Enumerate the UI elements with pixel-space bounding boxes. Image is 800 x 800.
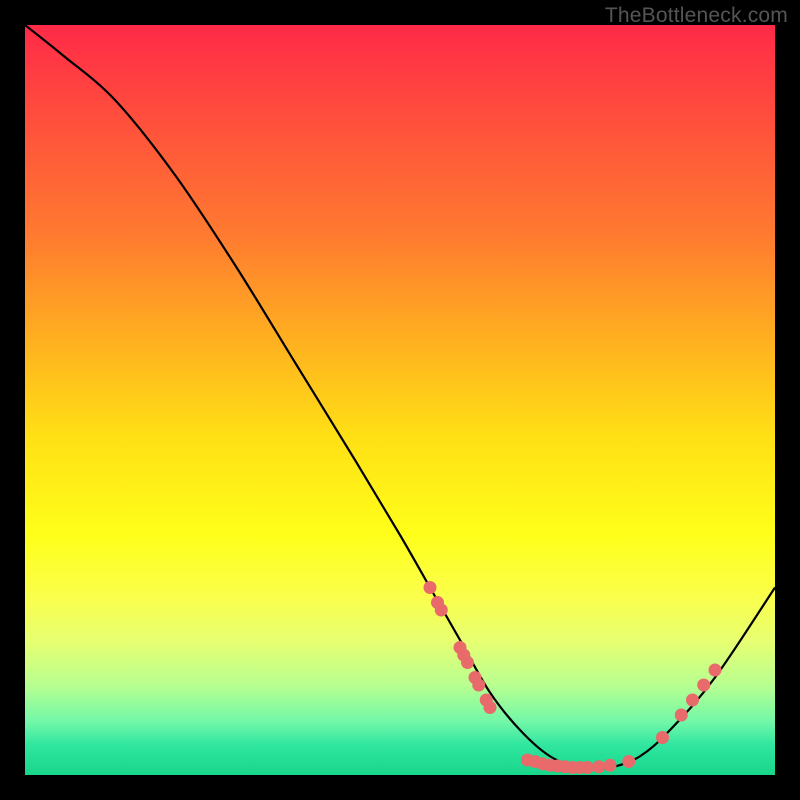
data-marker [675,709,688,722]
chart-container: TheBottleneck.com [0,0,800,800]
data-marker [622,755,635,768]
watermark-text: TheBottleneck.com [605,4,788,28]
data-marker [686,694,699,707]
plot-area [25,25,775,775]
data-marker [472,679,485,692]
data-marker [581,761,594,774]
data-marker [709,664,722,677]
data-marker [592,760,605,773]
curve-path [25,25,775,769]
data-marker [461,656,474,669]
data-marker [604,759,617,772]
data-marker [424,581,437,594]
chart-svg [25,25,775,775]
data-marker [484,701,497,714]
markers-group [424,581,722,774]
data-marker [697,679,710,692]
data-marker [656,731,669,744]
data-marker [435,604,448,617]
